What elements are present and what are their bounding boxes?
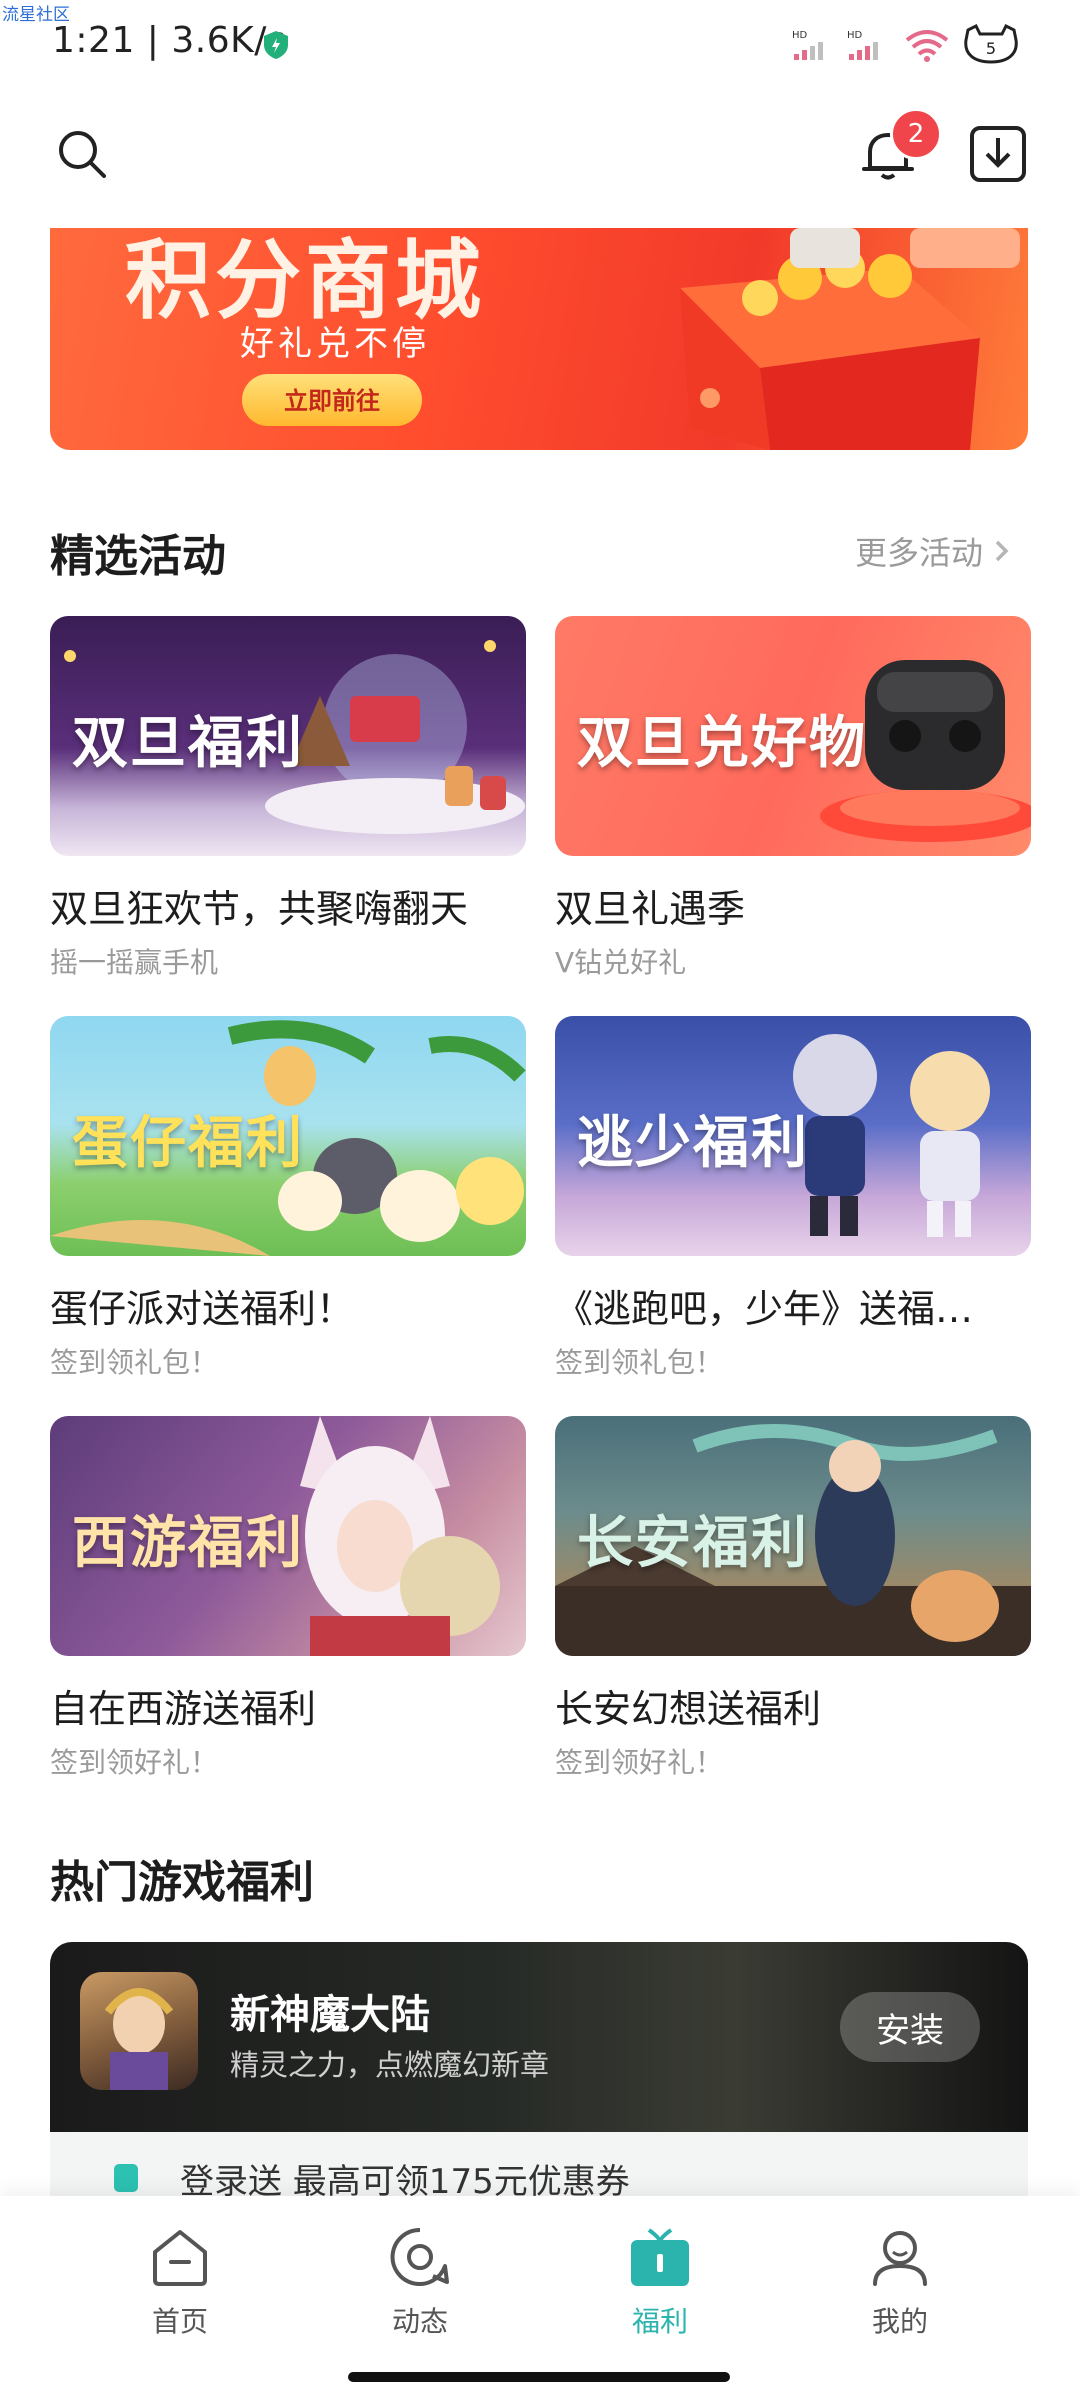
gift-row[interactable]: 登录送 最高可领175元优惠券 — [50, 2132, 1028, 2202]
svg-text:HD: HD — [847, 30, 863, 41]
game-banner[interactable]: 新神魔大陆 精灵之力，点燃魔幻新章 安装 — [50, 1942, 1028, 2132]
banner-go-button[interactable]: 立即前往 — [242, 374, 422, 426]
home-indicator — [348, 2372, 730, 2382]
profile-icon — [873, 2231, 927, 2286]
activity-card-image: 双旦兑好物 — [555, 616, 1031, 856]
card-overlay-text: 西游福利 — [72, 1511, 304, 1576]
card-overlay-text: 逃少福利 — [577, 1111, 809, 1176]
search-icon[interactable] — [56, 128, 108, 180]
card-subtitle: 签到领礼包！ — [50, 1346, 219, 1379]
activity-card-image: 逃少福利 — [555, 1016, 1031, 1256]
download-icon[interactable] — [968, 124, 1028, 184]
tab-profile[interactable]: 我的 — [820, 2224, 980, 2340]
home-icon — [153, 2230, 207, 2286]
gift-row-icon — [114, 2164, 138, 2192]
notification-badge: 2 — [890, 108, 942, 160]
activity-card[interactable]: 双旦福利 双旦狂欢节，共聚嗨翻天 摇一摇赢手机 — [50, 616, 526, 981]
more-activities-label: 更多活动 — [855, 534, 984, 572]
bottom-tab-bar: 首页 动态 福利 我的 — [0, 2196, 1080, 2400]
activity-card[interactable]: 西游福利 自在西游送福利 签到领好礼！ — [50, 1416, 526, 1781]
featured-section-title: 精选活动 — [50, 531, 226, 582]
tab-label: 动态 — [391, 2305, 448, 2338]
tab-home[interactable]: 首页 — [100, 2224, 260, 2340]
tab-welfare[interactable]: 福利 — [580, 2224, 740, 2340]
activity-card[interactable]: 蛋仔福利 蛋仔派对送福利！ 签到领礼包！ — [50, 1016, 526, 1381]
shield-icon — [264, 31, 288, 59]
svg-text:HD: HD — [792, 30, 808, 41]
signal-icon-2: HD — [845, 28, 887, 62]
svg-text:5: 5 — [986, 39, 996, 58]
card-title: 《逃跑吧，少年》送福… — [555, 1287, 974, 1331]
gift-box-illustration — [680, 228, 1020, 450]
status-time: 1:21 | 3.6K/s — [52, 20, 287, 61]
card-subtitle: 签到领礼包！ — [555, 1346, 724, 1379]
tab-label: 我的 — [871, 2305, 928, 2338]
card-overlay-text: 双旦兑好物 — [577, 711, 867, 776]
promo-banner[interactable]: 积分商城 好礼兑不停 立即前往 — [50, 228, 1028, 450]
card-title: 蛋仔派对送福利！ — [50, 1287, 355, 1331]
activity-card-image: 西游福利 — [50, 1416, 526, 1656]
chevron-right-icon — [995, 540, 1009, 562]
wifi-icon — [905, 30, 949, 62]
card-subtitle: 摇一摇赢手机 — [50, 946, 219, 979]
activity-card-image: 蛋仔福利 — [50, 1016, 526, 1256]
card-overlay-text: 双旦福利 — [72, 711, 304, 776]
activity-card-image: 长安福利 — [555, 1416, 1031, 1656]
install-button[interactable]: 安装 — [840, 1992, 980, 2062]
activity-card-image: 双旦福利 — [50, 616, 526, 856]
signal-icon: HD — [790, 28, 832, 62]
feed-icon — [390, 2227, 449, 2286]
activity-card[interactable]: 双旦兑好物 双旦礼遇季 V钻兑好礼 — [555, 616, 1031, 981]
card-title: 双旦狂欢节，共聚嗨翻天 — [50, 887, 469, 931]
card-title: 自在西游送福利 — [50, 1687, 317, 1731]
card-overlay-text: 长安福利 — [577, 1511, 809, 1576]
banner-subtitle: 好礼兑不停 — [240, 324, 430, 364]
activity-card[interactable]: 逃少福利 《逃跑吧，少年》送福… 签到领礼包！ — [555, 1016, 1031, 1381]
card-title: 长安幻想送福利 — [555, 1687, 822, 1731]
card-subtitle: V钻兑好礼 — [555, 946, 687, 979]
card-title: 双旦礼遇季 — [555, 887, 746, 931]
card-subtitle: 签到领好礼！ — [50, 1746, 219, 1779]
game-description: 精灵之力，点燃魔幻新章 — [230, 2048, 550, 2082]
tab-feed[interactable]: 动态 — [340, 2224, 500, 2340]
more-activities-link[interactable]: 更多活动 — [855, 528, 1013, 574]
tab-label: 福利 — [631, 2305, 688, 2338]
activity-card[interactable]: 长安福利 长安幻想送福利 签到领好礼！ — [555, 1416, 1031, 1781]
battery-icon: 5 — [960, 23, 1022, 64]
hot-games-title: 热门游戏福利 — [50, 1857, 314, 1908]
game-app-icon — [80, 1972, 198, 2090]
game-name: 新神魔大陆 — [230, 1992, 430, 2038]
gift-icon — [631, 2228, 689, 2286]
card-subtitle: 签到领好礼！ — [555, 1746, 724, 1779]
tab-label: 首页 — [151, 2305, 208, 2338]
card-overlay-text: 蛋仔福利 — [72, 1111, 304, 1176]
